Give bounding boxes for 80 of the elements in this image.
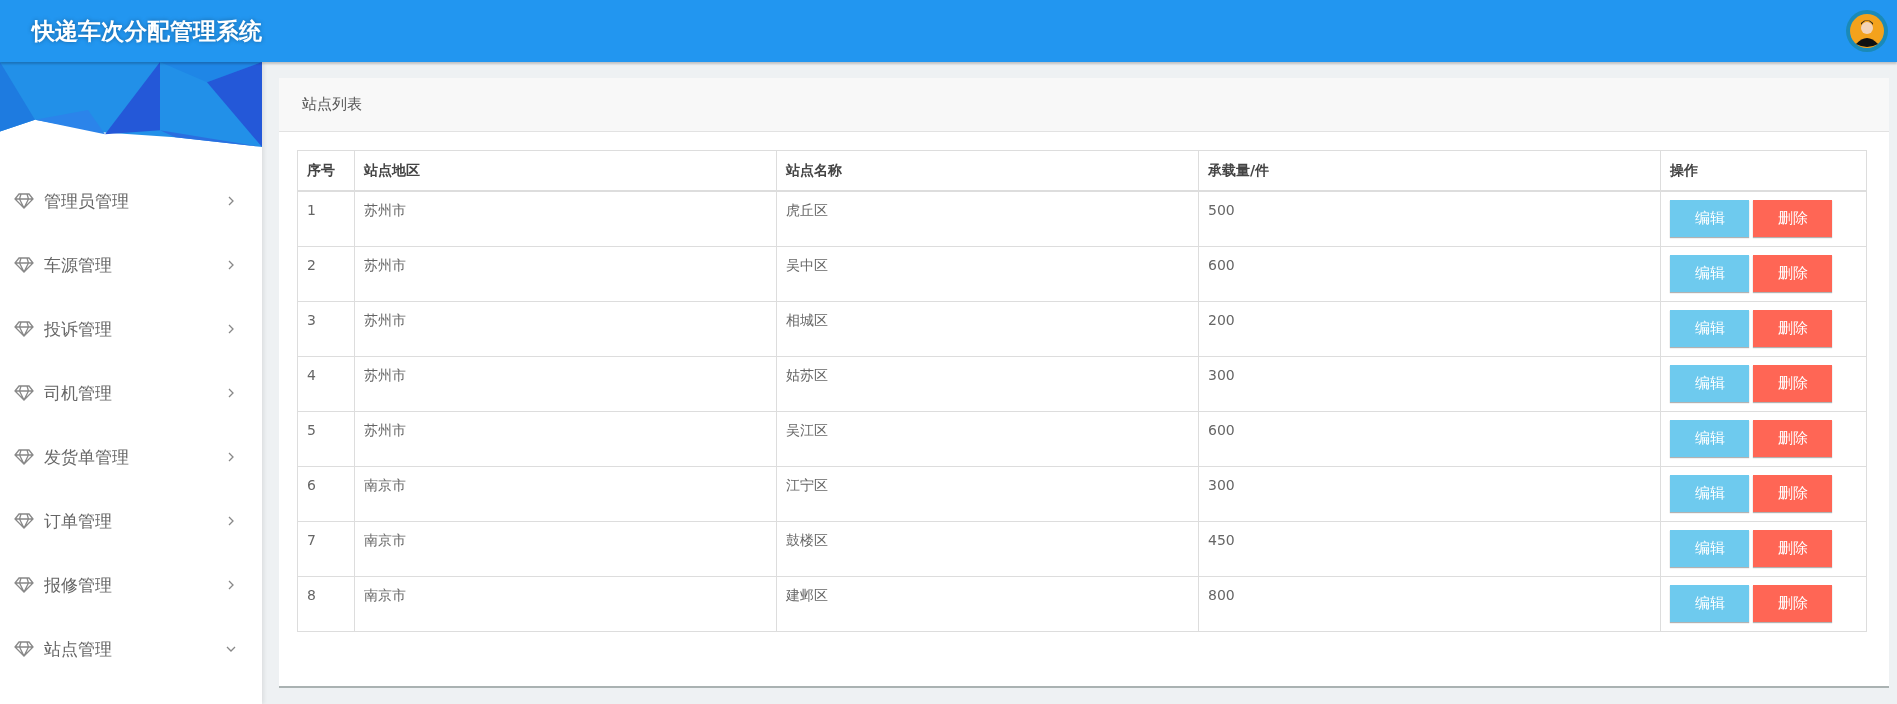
menu-label: 站点管理 [44,637,113,661]
action-edit-button[interactable]: 编辑 [1670,309,1749,347]
table-cell: 300 [1198,356,1661,411]
column-header: 站点地区 [354,150,777,191]
column-header: 承载量/件 [1198,150,1661,191]
action-delete-button[interactable]: 删除 [1753,474,1832,512]
table-cell: 1 [297,191,355,246]
table-cell: 吴江区 [776,411,1199,466]
action-edit-button[interactable]: 编辑 [1670,584,1749,622]
diamond-icon [14,513,34,529]
column-header: 序号 [297,150,355,191]
action-delete-button[interactable]: 删除 [1753,254,1832,292]
avatar-icon[interactable] [1845,9,1889,53]
sidebar-item[interactable]: 订单管理 [0,489,262,553]
column-header: 站点名称 [776,150,1199,191]
sidebar-item[interactable]: 站点管理 [0,617,262,681]
table-cell: 吴中区 [776,246,1199,301]
table-cell: 相城区 [776,301,1199,356]
panel-title: 站点列表 [279,78,1889,132]
table-cell: 建邺区 [776,576,1199,631]
table-cell: 5 [297,411,355,466]
table-cell: 800 [1198,576,1661,631]
action-delete-button[interactable]: 删除 [1753,200,1832,237]
table-cell: 苏州市 [354,411,777,466]
action-delete-button[interactable]: 删除 [1753,419,1832,457]
diamond-icon [14,577,34,593]
diamond-icon [14,321,34,337]
menu-label: 发货单管理 [44,445,130,469]
table-cell: 4 [297,356,355,411]
menu-label: 订单管理 [44,509,113,533]
diamond-icon [14,193,34,209]
table-cell: 600 [1198,411,1661,466]
sidebar-item[interactable]: 发货单管理 [0,425,262,489]
action-edit-button[interactable]: 编辑 [1670,529,1749,567]
table-cell: 苏州市 [354,191,777,246]
menu-label: 车源管理 [44,253,113,277]
sidebar-item[interactable]: 司机管理 [0,361,262,425]
table-cell: 江宁区 [776,466,1199,521]
table-cell: 450 [1198,521,1661,576]
table-cell: 2 [297,246,355,301]
action-delete-button[interactable]: 删除 [1753,584,1832,622]
table-cell: 苏州市 [354,356,777,411]
action-delete-button[interactable]: 删除 [1753,529,1832,567]
app-title: 快递车次分配管理系统 [32,16,262,46]
sidebar-item[interactable]: 投诉管理 [0,297,262,361]
table-cell: 300 [1198,466,1661,521]
table-cell: 南京市 [354,521,777,576]
action-edit-button[interactable]: 编辑 [1670,419,1749,457]
table-cell: 鼓楼区 [776,521,1199,576]
action-edit-button[interactable]: 编辑 [1670,254,1749,292]
table-cell: 6 [297,466,355,521]
sidebar-item[interactable]: 车源管理 [0,233,262,297]
table-cell: 南京市 [354,576,777,631]
sidebar-item[interactable]: 报修管理 [0,553,262,617]
action-edit-button[interactable]: 编辑 [1670,474,1749,512]
table-cell: 500 [1198,191,1661,246]
table-cell: 600 [1198,246,1661,301]
menu-label: 司机管理 [44,381,113,405]
table-cell: 苏州市 [354,246,777,301]
action-delete-button[interactable]: 删除 [1753,309,1832,347]
action-edit-button[interactable]: 编辑 [1670,200,1749,237]
action-edit-button[interactable]: 编辑 [1670,364,1749,402]
diamond-icon [14,385,34,401]
table-cell: 姑苏区 [776,356,1199,411]
diamond-icon [14,449,34,465]
menu-label: 投诉管理 [44,317,113,341]
table-cell: 7 [297,521,355,576]
table-cell: 200 [1198,301,1661,356]
table-cell: 南京市 [354,466,777,521]
table-cell: 虎丘区 [776,191,1199,246]
table-cell: 苏州市 [354,301,777,356]
sidebar-item[interactable]: 管理员管理 [0,169,262,233]
diamond-icon [14,641,34,657]
table-cell: 3 [297,301,355,356]
diamond-icon [14,257,34,273]
action-delete-button[interactable]: 删除 [1753,364,1832,402]
menu-label: 报修管理 [44,573,113,597]
column-header: 操作 [1660,150,1867,191]
menu-label: 管理员管理 [44,189,130,213]
table-cell: 8 [297,576,355,631]
